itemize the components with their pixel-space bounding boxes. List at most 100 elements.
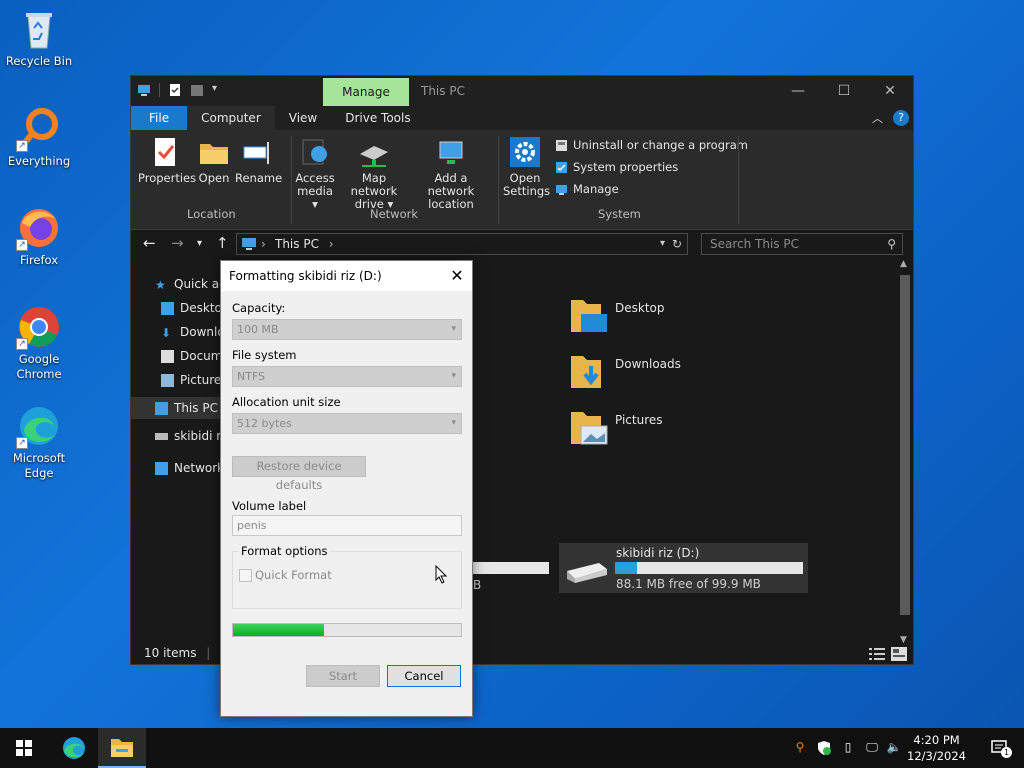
- this-pc-icon: [137, 83, 151, 97]
- desktop-icon-label: Recycle Bin: [5, 54, 73, 68]
- nav-item-pictures[interactable]: Picture: [161, 373, 221, 387]
- tab-computer[interactable]: Computer: [187, 106, 275, 130]
- properties-button[interactable]: Properties: [138, 136, 196, 185]
- up-arrow-icon[interactable]: ↑: [216, 234, 229, 252]
- desktop-icon-label: Everything: [7, 154, 71, 168]
- gear-icon: [509, 136, 541, 168]
- open-button[interactable]: Open: [197, 136, 231, 185]
- close-button[interactable]: ✕: [867, 76, 913, 106]
- allocation-unit-value: 512 bytes: [237, 417, 292, 430]
- manage-context-tab[interactable]: Manage: [323, 78, 409, 106]
- customize-toolbar-icon[interactable]: ▾: [212, 83, 226, 97]
- shortcut-arrow-icon: ↗: [16, 437, 28, 449]
- dialog-title: Formatting skibidi riz (D:): [229, 269, 382, 283]
- properties-icon[interactable]: [168, 83, 182, 97]
- new-folder-icon[interactable]: [190, 83, 204, 97]
- minimize-button[interactable]: —: [775, 76, 821, 106]
- allocation-unit-select[interactable]: 512 bytes ▾: [232, 413, 462, 434]
- open-settings-label: Open Settings: [503, 171, 551, 198]
- tab-view[interactable]: View: [275, 106, 331, 130]
- network-icon[interactable]: 🖵: [864, 740, 880, 756]
- scroll-up-icon[interactable]: ▲: [900, 259, 907, 269]
- desktop-icon-recycle-bin[interactable]: Recycle Bin: [4, 6, 74, 69]
- chevron-down-icon: ▾: [451, 418, 456, 428]
- recent-locations-chevron-icon[interactable]: ▾: [197, 238, 202, 249]
- search-input[interactable]: Search This PC ⚲: [701, 233, 903, 255]
- folder-desktop[interactable]: Desktop: [569, 296, 665, 336]
- volume-muted-icon[interactable]: 🔈: [886, 740, 902, 756]
- this-pc-icon: [241, 237, 257, 257]
- network-location-icon: [435, 136, 467, 168]
- windows-logo-icon: [16, 740, 32, 756]
- folder-open-icon: [198, 136, 230, 168]
- breadcrumb-this-pc[interactable]: This PC: [275, 237, 319, 251]
- start-button[interactable]: [0, 728, 48, 768]
- dialog-close-button[interactable]: ✕: [442, 261, 472, 291]
- open-settings-button[interactable]: Open Settings: [503, 136, 551, 198]
- system-properties-button[interactable]: System properties: [555, 160, 678, 174]
- address-dropdown-chevron-icon[interactable]: ▾: [660, 234, 665, 254]
- taskbar-file-explorer[interactable]: [98, 728, 146, 768]
- desktop-icon-edge[interactable]: ↗ Microsoft Edge: [4, 403, 74, 481]
- map-network-drive-button[interactable]: Map network drive ▾: [338, 136, 410, 211]
- quick-format-checkbox[interactable]: [239, 568, 252, 582]
- nav-item-this-pc[interactable]: This PC: [131, 397, 223, 419]
- taskbar-edge[interactable]: [50, 728, 98, 768]
- access-media-button[interactable]: Access media ▾: [295, 136, 335, 211]
- desktop-icon-chrome[interactable]: ↗ Google Chrome: [4, 304, 74, 382]
- desktop-icon-label: Google Chrome: [16, 352, 62, 381]
- capacity-select[interactable]: 100 MB ▾: [232, 319, 462, 340]
- scrollbar-thumb[interactable]: [900, 275, 910, 615]
- folder-label: Desktop: [615, 301, 665, 315]
- cancel-button[interactable]: Cancel: [387, 665, 461, 687]
- this-pc-icon: [155, 401, 168, 415]
- vertical-scrollbar[interactable]: ▲ ▼: [897, 259, 913, 645]
- tiles-view-icon[interactable]: [891, 646, 907, 668]
- desktop-icon-firefox[interactable]: ↗ Firefox: [4, 205, 74, 268]
- drive-tile-d[interactable]: skibidi riz (D:) 88.1 MB free of 99.9 MB: [559, 543, 808, 593]
- address-bar[interactable]: › This PC › ▾ ↻: [236, 233, 688, 255]
- manage-button[interactable]: Manage: [555, 182, 619, 196]
- programs-icon: [555, 139, 568, 152]
- nav-label: This PC: [174, 401, 218, 415]
- nav-item-quick-access[interactable]: ★ Quick ac: [155, 277, 226, 292]
- file-system-select[interactable]: NTFS ▾: [232, 366, 462, 387]
- everything-tray-icon[interactable]: ⚲: [792, 740, 808, 756]
- clock[interactable]: 4:20 PM 12/3/2024: [907, 732, 966, 764]
- back-arrow-icon[interactable]: ←: [143, 234, 156, 252]
- toolbar-divider: [159, 83, 160, 97]
- quick-format-option[interactable]: Quick Format: [239, 568, 332, 582]
- format-progress-bar: [232, 623, 462, 637]
- desktop-icon-everything[interactable]: ↗ Everything: [4, 106, 74, 169]
- volume-label-input[interactable]: penis: [232, 515, 462, 536]
- usb-device-icon[interactable]: ▯: [840, 740, 856, 756]
- help-icon[interactable]: ?: [893, 110, 909, 126]
- maximize-button[interactable]: ☐: [821, 76, 867, 106]
- drive-c-free-text: B: [473, 578, 482, 592]
- nav-item-desktop[interactable]: Deskto: [161, 301, 222, 315]
- details-view-icon[interactable]: [869, 646, 885, 668]
- rename-button[interactable]: Rename: [235, 136, 282, 185]
- notification-center-button[interactable]: 1: [990, 738, 1012, 758]
- security-shield-icon[interactable]: [816, 740, 832, 756]
- start-button[interactable]: Start: [306, 665, 380, 687]
- edge-icon: ↗: [16, 403, 62, 449]
- desktop-icon-label: Firefox: [19, 253, 59, 267]
- uninstall-program-button[interactable]: Uninstall or change a program: [555, 138, 748, 152]
- nav-item-downloads[interactable]: ⬇ Downlo: [161, 325, 225, 340]
- allocation-unit-label: Allocation unit size: [232, 395, 341, 409]
- nav-item-drive-d[interactable]: skibidi ri: [155, 429, 225, 443]
- refresh-icon[interactable]: ↻: [672, 234, 682, 254]
- format-options-group: Format options Quick Format: [232, 544, 462, 609]
- folder-pictures[interactable]: Pictures: [569, 408, 663, 448]
- tab-drive-tools[interactable]: Drive Tools: [331, 106, 424, 130]
- nav-item-documents[interactable]: Docum: [161, 349, 222, 363]
- drive-icon: [155, 432, 168, 440]
- nav-item-network[interactable]: Network: [155, 461, 224, 475]
- forward-arrow-icon[interactable]: →: [171, 234, 184, 252]
- folder-downloads[interactable]: Downloads: [569, 352, 681, 392]
- add-network-location-button[interactable]: Add a network location: [412, 136, 490, 211]
- collapse-ribbon-icon[interactable]: ︿: [872, 110, 883, 126]
- tab-file[interactable]: File: [131, 106, 188, 130]
- restore-defaults-button[interactable]: Restore device defaults: [232, 456, 366, 492]
